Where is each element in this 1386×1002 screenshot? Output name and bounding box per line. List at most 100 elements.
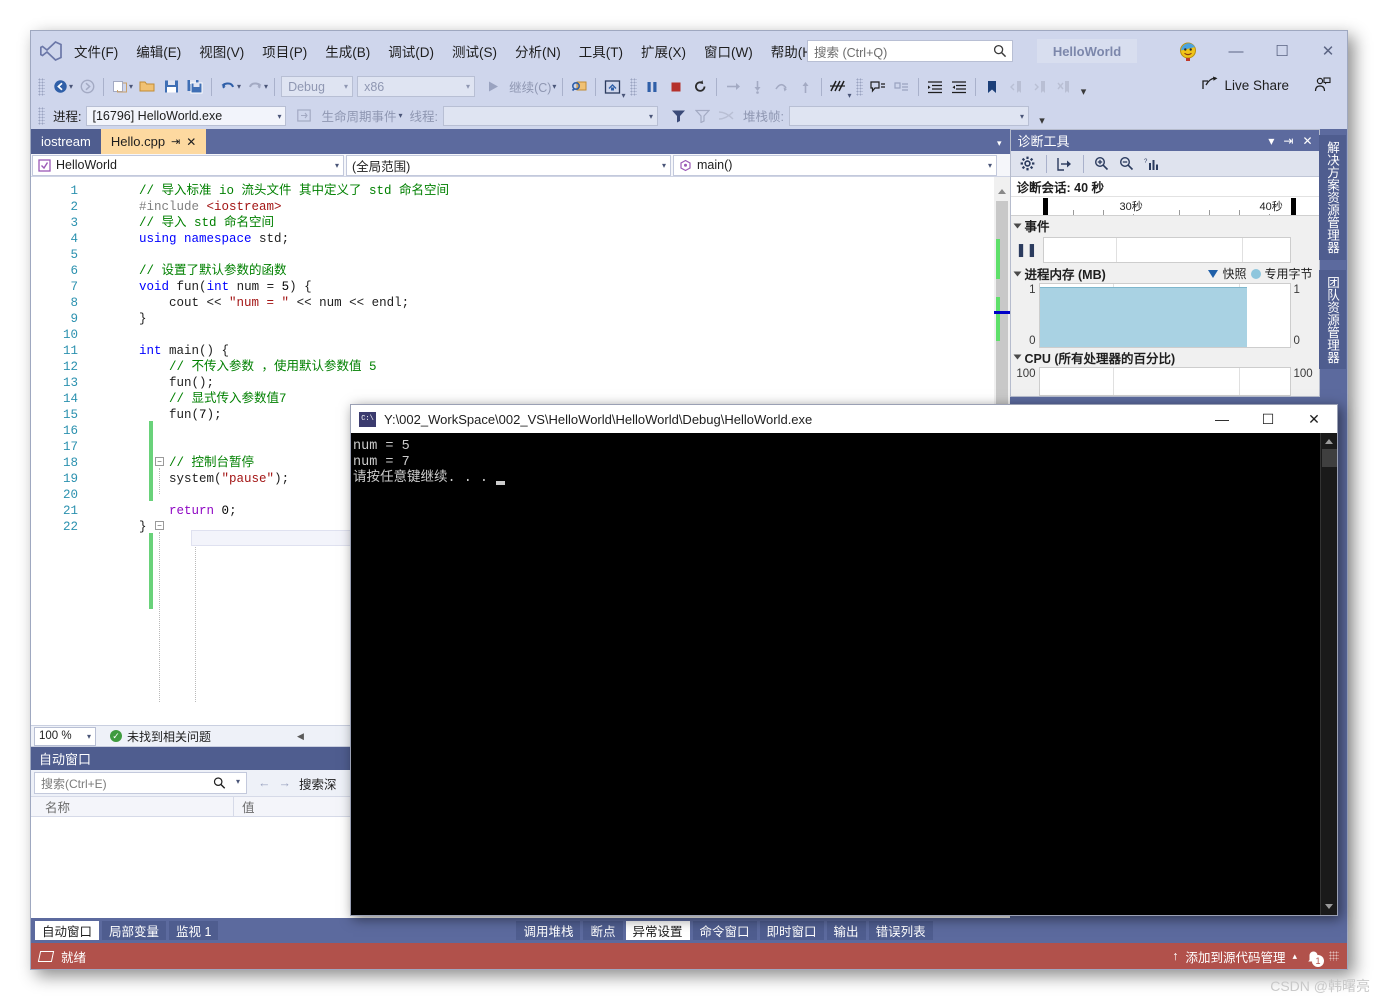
hot-reload-dropdown-icon[interactable]: ▾ (621, 91, 625, 100)
menu-item-window[interactable]: 窗口(W) (695, 37, 762, 65)
debug-toolbar-grip[interactable] (38, 107, 45, 125)
search-back-arrow-icon[interactable]: ← (258, 776, 271, 790)
cpu-section-header[interactable]: CPU (所有处理器的百分比) (1011, 348, 1319, 367)
code-line[interactable]: // 导入 std 命名空间 (31, 215, 1010, 231)
add-to-source-control-button[interactable]: 添加到源代码管理 (1185, 947, 1285, 966)
vertical-tab-team-explorer[interactable]: 团队资源管理器 (1319, 270, 1346, 370)
console-title-bar[interactable]: C:\ Y:\002_WorkSpace\002_VS\HelloWorld\H… (351, 405, 1337, 433)
console-window[interactable]: C:\ Y:\002_WorkSpace\002_VS\HelloWorld\H… (350, 404, 1338, 916)
window-close-button[interactable]: ✕ (1305, 37, 1351, 65)
console-minimize-button[interactable]: — (1199, 405, 1245, 433)
new-project-dropdown-icon[interactable]: ▾ (129, 82, 133, 91)
config-select[interactable]: Debug ▾ (281, 76, 353, 97)
code-line[interactable]: fun(); (31, 375, 1010, 391)
bottom-tab-exception-settings[interactable]: 异常设置 (626, 921, 690, 940)
export-icon[interactable] (1054, 153, 1076, 175)
undo-dropdown-icon[interactable]: ▾ (237, 82, 241, 91)
search-options-chevron-icon[interactable]: ▾ (236, 777, 240, 786)
code-line[interactable]: // 不传入参数 ，使用默认参数值 5 (31, 359, 1010, 375)
tab-iostream[interactable]: iostream (31, 129, 101, 154)
zoom-in-icon[interactable] (1091, 153, 1113, 175)
lifecycle-dropdown-icon[interactable]: ▾ (399, 111, 403, 120)
memory-section-header[interactable]: 进程内存 (MB) 快照 专用字节 (1011, 264, 1319, 283)
close-icon[interactable]: ✕ (186, 135, 196, 149)
select-tools-chart-icon[interactable]: ? (1141, 153, 1163, 175)
search-input[interactable]: 搜索 (Ctrl+Q) (807, 40, 1013, 62)
send-feedback-icon[interactable] (1314, 77, 1331, 97)
feedback-smiley-icon[interactable] (1177, 41, 1199, 63)
code-line[interactable]: void fun(int num = 5) { (31, 279, 1010, 295)
navbar-member-select[interactable]: main() ▾ (673, 155, 997, 176)
open-file-icon[interactable] (135, 75, 159, 99)
platform-select[interactable]: x86 ▾ (357, 76, 475, 97)
code-line[interactable]: int main() { (31, 343, 1010, 359)
continue-dropdown-icon[interactable]: ▾ (552, 82, 556, 91)
console-close-button[interactable]: ✕ (1291, 405, 1337, 433)
stackframe-select[interactable]: ▾ (789, 106, 1029, 126)
events-track[interactable] (1043, 237, 1291, 263)
process-select[interactable]: [16796] HelloWorld.exe ▾ (86, 106, 286, 126)
code-line[interactable] (31, 327, 1010, 343)
save-icon[interactable] (159, 75, 183, 99)
vertical-tab-solution-explorer[interactable]: 解决方案资源管理器 (1319, 135, 1346, 260)
tab-hello-cpp[interactable]: Hello.cpp ⇥ ✕ (101, 129, 206, 154)
zoom-select[interactable]: 100 % ▾ (34, 727, 96, 746)
attach-process-icon[interactable] (567, 75, 591, 99)
pin-icon[interactable]: ⇥ (1283, 134, 1293, 148)
code-line[interactable]: #include <iostream> (31, 199, 1010, 215)
continue-button-label[interactable]: 继续(C) (505, 77, 555, 96)
code-line[interactable]: using namespace std; (31, 231, 1010, 247)
issues-prev-arrow-icon[interactable]: ◀ (297, 731, 304, 742)
zoom-out-icon[interactable] (1116, 153, 1138, 175)
scroll-up-arrow-icon[interactable] (1325, 439, 1333, 444)
menu-item-edit[interactable]: 编辑(E) (127, 37, 190, 65)
navbar-scope-select[interactable]: (全局范围) ▾ (346, 155, 671, 176)
window-minimize-button[interactable]: — (1213, 37, 1259, 65)
source-control-chevron-icon[interactable]: ▴ (1292, 951, 1297, 962)
autos-search-input[interactable]: 搜索(Ctrl+E) ▾ (34, 772, 247, 794)
toolbar-grip[interactable] (38, 78, 45, 96)
code-line[interactable] (31, 247, 1010, 263)
toolbar-grip-3[interactable] (856, 78, 863, 96)
navbar-project-select[interactable]: HelloWorld ▾ (32, 155, 344, 176)
thread-select[interactable]: ▾ (443, 106, 658, 126)
toolbar-grip-2[interactable] (630, 78, 637, 96)
scroll-up-arrow-icon[interactable] (998, 189, 1006, 194)
pause-icon[interactable] (640, 75, 664, 99)
tab-overflow-chevron-icon[interactable]: ▾ (997, 138, 1002, 149)
scroll-down-arrow-icon[interactable] (1325, 904, 1333, 909)
menu-item-analyze[interactable]: 分析(N) (506, 37, 570, 65)
scrollbar-thumb[interactable] (1322, 449, 1337, 467)
menu-item-tools[interactable]: 工具(T) (570, 37, 632, 65)
bottom-tab-command-window[interactable]: 命令窗口 (693, 921, 757, 940)
console-maximize-button[interactable]: ☐ (1245, 405, 1291, 433)
restart-icon[interactable] (688, 75, 712, 99)
bottom-tab-error-list[interactable]: 错误列表 (869, 921, 933, 940)
stop-icon[interactable] (664, 75, 688, 99)
pin-icon[interactable]: ⇥ (171, 135, 180, 148)
notifications-bell-icon[interactable]: 1 (1304, 947, 1322, 965)
events-section-header[interactable]: 事件 (1011, 216, 1319, 235)
lifecycle-events-label[interactable]: 生命周期事件 (316, 106, 401, 125)
navigate-backward-dropdown-icon[interactable]: ▾ (69, 82, 73, 91)
uncomment-selection-icon[interactable] (890, 75, 914, 99)
increase-indent-icon[interactable] (923, 75, 947, 99)
menu-item-view[interactable]: 视图(V) (190, 37, 253, 65)
bottom-tab-locals[interactable]: 局部变量 (102, 921, 166, 940)
toggle-bookmark-icon[interactable] (980, 75, 1004, 99)
memory-plot[interactable] (1039, 283, 1291, 347)
code-line[interactable]: cout << "num = " << num << endl; (31, 295, 1010, 311)
bottom-tab-watch1[interactable]: 监视 1 (169, 921, 218, 940)
intellitrace-dropdown-icon[interactable]: ▾ (847, 91, 851, 100)
bottom-tab-autos[interactable]: 自动窗口 (35, 921, 99, 940)
code-line[interactable]: // 设置了默认参数的函数 (31, 263, 1010, 279)
window-maximize-button[interactable]: ☐ (1259, 37, 1305, 65)
close-icon[interactable]: ✕ (1302, 134, 1312, 148)
resize-grip[interactable] (1329, 951, 1339, 961)
bottom-tab-immediate-window[interactable]: 即时窗口 (760, 921, 824, 940)
bottom-tab-output[interactable]: 输出 (827, 921, 866, 940)
menu-item-project[interactable]: 项目(P) (253, 37, 316, 65)
save-all-icon[interactable] (183, 75, 207, 99)
cpu-plot[interactable] (1039, 367, 1291, 396)
menu-item-debug[interactable]: 调试(D) (379, 37, 443, 65)
